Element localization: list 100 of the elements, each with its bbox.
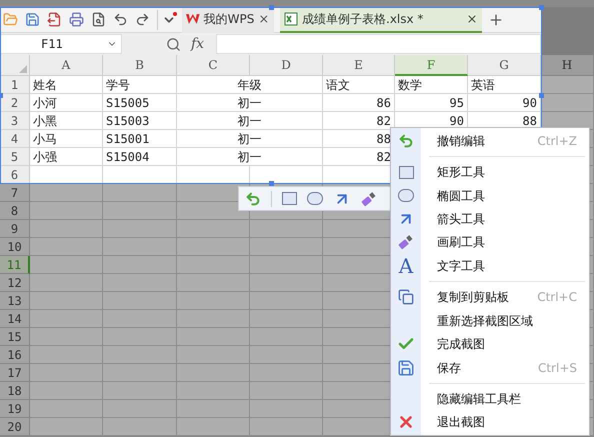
table-cell: 学号 bbox=[103, 76, 177, 94]
logo-icon bbox=[186, 12, 200, 24]
menu-item-label: 复制到剪贴板 bbox=[437, 289, 509, 306]
row-header[interactable]: 4 bbox=[0, 130, 30, 148]
row-header[interactable]: 5 bbox=[0, 148, 30, 166]
row-header[interactable]: 15 bbox=[0, 328, 30, 346]
column-header[interactable]: B bbox=[103, 55, 177, 76]
menu-item-label: 椭圆工具 bbox=[437, 188, 485, 204]
menu-item[interactable]: 复制到剪贴板 Ctrl+C bbox=[391, 285, 589, 309]
row-header[interactable]: 14 bbox=[0, 310, 30, 328]
table-cell: 小河 bbox=[30, 94, 103, 112]
menu-item[interactable]: 完成截图 bbox=[391, 332, 589, 356]
search-icon[interactable] bbox=[166, 36, 181, 52]
row-header[interactable]: 6 bbox=[0, 166, 30, 184]
menu-item-label: 保存 bbox=[437, 360, 461, 377]
row-header[interactable]: 13 bbox=[0, 292, 30, 310]
folder-icon[interactable] bbox=[3, 12, 18, 27]
column-header[interactable]: D bbox=[250, 55, 323, 76]
row-header[interactable]: 8 bbox=[0, 202, 30, 220]
menu-item-label: 矩形工具 bbox=[437, 164, 485, 182]
close-icon[interactable] bbox=[466, 12, 478, 24]
select-all-corner[interactable] bbox=[0, 55, 30, 76]
resize-handle[interactable] bbox=[539, 93, 544, 98]
row-header[interactable]: 9 bbox=[0, 220, 30, 238]
table-cell: 初一 bbox=[177, 130, 323, 148]
brush-icon[interactable] bbox=[398, 234, 414, 250]
shortcut-label: Ctrl+Z bbox=[537, 132, 577, 150]
column-header[interactable]: E bbox=[323, 55, 395, 76]
print-preview-icon[interactable] bbox=[91, 12, 106, 27]
new-tab-icon[interactable] bbox=[488, 12, 504, 28]
menu-item-label: 隐藏编辑工具栏 bbox=[437, 390, 521, 408]
menu-item-label: 完成截图 bbox=[437, 336, 485, 354]
printer-icon[interactable] bbox=[69, 12, 84, 27]
brush-icon[interactable] bbox=[361, 190, 377, 206]
resize-handle[interactable] bbox=[539, 5, 544, 10]
menu-item[interactable]: 椭圆工具 bbox=[391, 184, 589, 208]
table-cell: 小黑 bbox=[30, 112, 103, 130]
resize-handle[interactable] bbox=[269, 5, 274, 10]
column-header[interactable]: C bbox=[177, 55, 250, 76]
menu-item[interactable]: 画刷工具 bbox=[391, 230, 589, 254]
table-cell: 小强 bbox=[30, 148, 103, 166]
column-header[interactable]: H bbox=[541, 55, 594, 76]
dimmed-area bbox=[541, 7, 594, 33]
table-cell: S15004 bbox=[103, 148, 177, 166]
text-tool-icon[interactable]: A bbox=[398, 256, 414, 276]
menu-item[interactable]: 隐藏编辑工具栏 bbox=[391, 387, 589, 411]
name-box[interactable]: F11 bbox=[0, 34, 122, 54]
column-header[interactable]: A bbox=[30, 55, 103, 76]
save-icon[interactable] bbox=[25, 12, 40, 27]
row-header[interactable]: 2 bbox=[0, 94, 30, 112]
column-header[interactable]: G bbox=[468, 55, 541, 76]
menu-item[interactable]: 箭头工具 bbox=[391, 207, 589, 231]
table-cell: 姓名 bbox=[30, 76, 103, 94]
file-export-icon[interactable] bbox=[47, 12, 62, 27]
rectangle-icon[interactable] bbox=[282, 192, 297, 205]
table-cell: 语文 bbox=[323, 76, 395, 94]
close-icon[interactable] bbox=[258, 12, 270, 24]
tab[interactable]: 我的WPS bbox=[182, 6, 274, 32]
menu-item[interactable]: 退出截图 bbox=[391, 410, 589, 434]
table-cell: 82 bbox=[323, 112, 395, 130]
shortcut-label: Ctrl+C bbox=[537, 289, 577, 306]
redo-icon[interactable] bbox=[135, 12, 150, 27]
table-cell: 90 bbox=[468, 94, 541, 112]
menu-item[interactable]: 保存 Ctrl+S bbox=[391, 356, 589, 380]
resize-handle[interactable] bbox=[269, 181, 274, 186]
save-icon[interactable] bbox=[397, 358, 415, 377]
row-header[interactable]: 20 bbox=[0, 418, 30, 436]
table-cell: 小马 bbox=[30, 130, 103, 148]
row-header[interactable]: 7 bbox=[0, 184, 30, 202]
menu-item-label: 重新选择截图区域 bbox=[437, 312, 533, 330]
menu-item-label: 退出截图 bbox=[437, 414, 485, 432]
row-header[interactable]: 3 bbox=[0, 112, 30, 130]
menu-item-label: 撤销编辑 bbox=[437, 132, 485, 150]
menu-item[interactable]: 重新选择截图区域 bbox=[391, 308, 589, 332]
table-cell: S15005 bbox=[103, 94, 177, 112]
table-cell: 95 bbox=[395, 94, 468, 112]
copy-icon[interactable] bbox=[398, 289, 414, 306]
menu-item[interactable]: A 文字工具 bbox=[391, 254, 589, 278]
formula-field[interactable] bbox=[216, 34, 541, 54]
row-header[interactable]: 16 bbox=[0, 346, 30, 364]
row-header[interactable]: 10 bbox=[0, 238, 30, 256]
tab[interactable]: 成绩单例子表格.xlsx * bbox=[280, 6, 482, 32]
table-cell: S15003 bbox=[103, 112, 177, 130]
row-header[interactable]: 17 bbox=[0, 364, 30, 382]
menu-item-label: 画刷工具 bbox=[437, 234, 485, 252]
menu-item-label: 文字工具 bbox=[437, 258, 485, 275]
row-header[interactable]: 1 bbox=[0, 76, 30, 94]
spreadsheet-icon bbox=[284, 12, 298, 26]
table-cell: 86 bbox=[323, 94, 395, 112]
row-header[interactable]: 19 bbox=[0, 400, 30, 418]
table-cell: 年级 bbox=[177, 76, 323, 94]
row-header[interactable]: 12 bbox=[0, 274, 30, 292]
undo-icon[interactable] bbox=[113, 12, 128, 27]
column-header[interactable]: F bbox=[395, 55, 468, 76]
tab-label: 我的WPS bbox=[204, 10, 254, 28]
rectangle-icon[interactable] bbox=[398, 166, 414, 179]
function-button[interactable]: fx bbox=[191, 34, 204, 54]
menu-item-label: 箭头工具 bbox=[437, 210, 485, 228]
row-header[interactable]: 18 bbox=[0, 382, 30, 400]
table-cell: 初一 bbox=[177, 94, 323, 112]
